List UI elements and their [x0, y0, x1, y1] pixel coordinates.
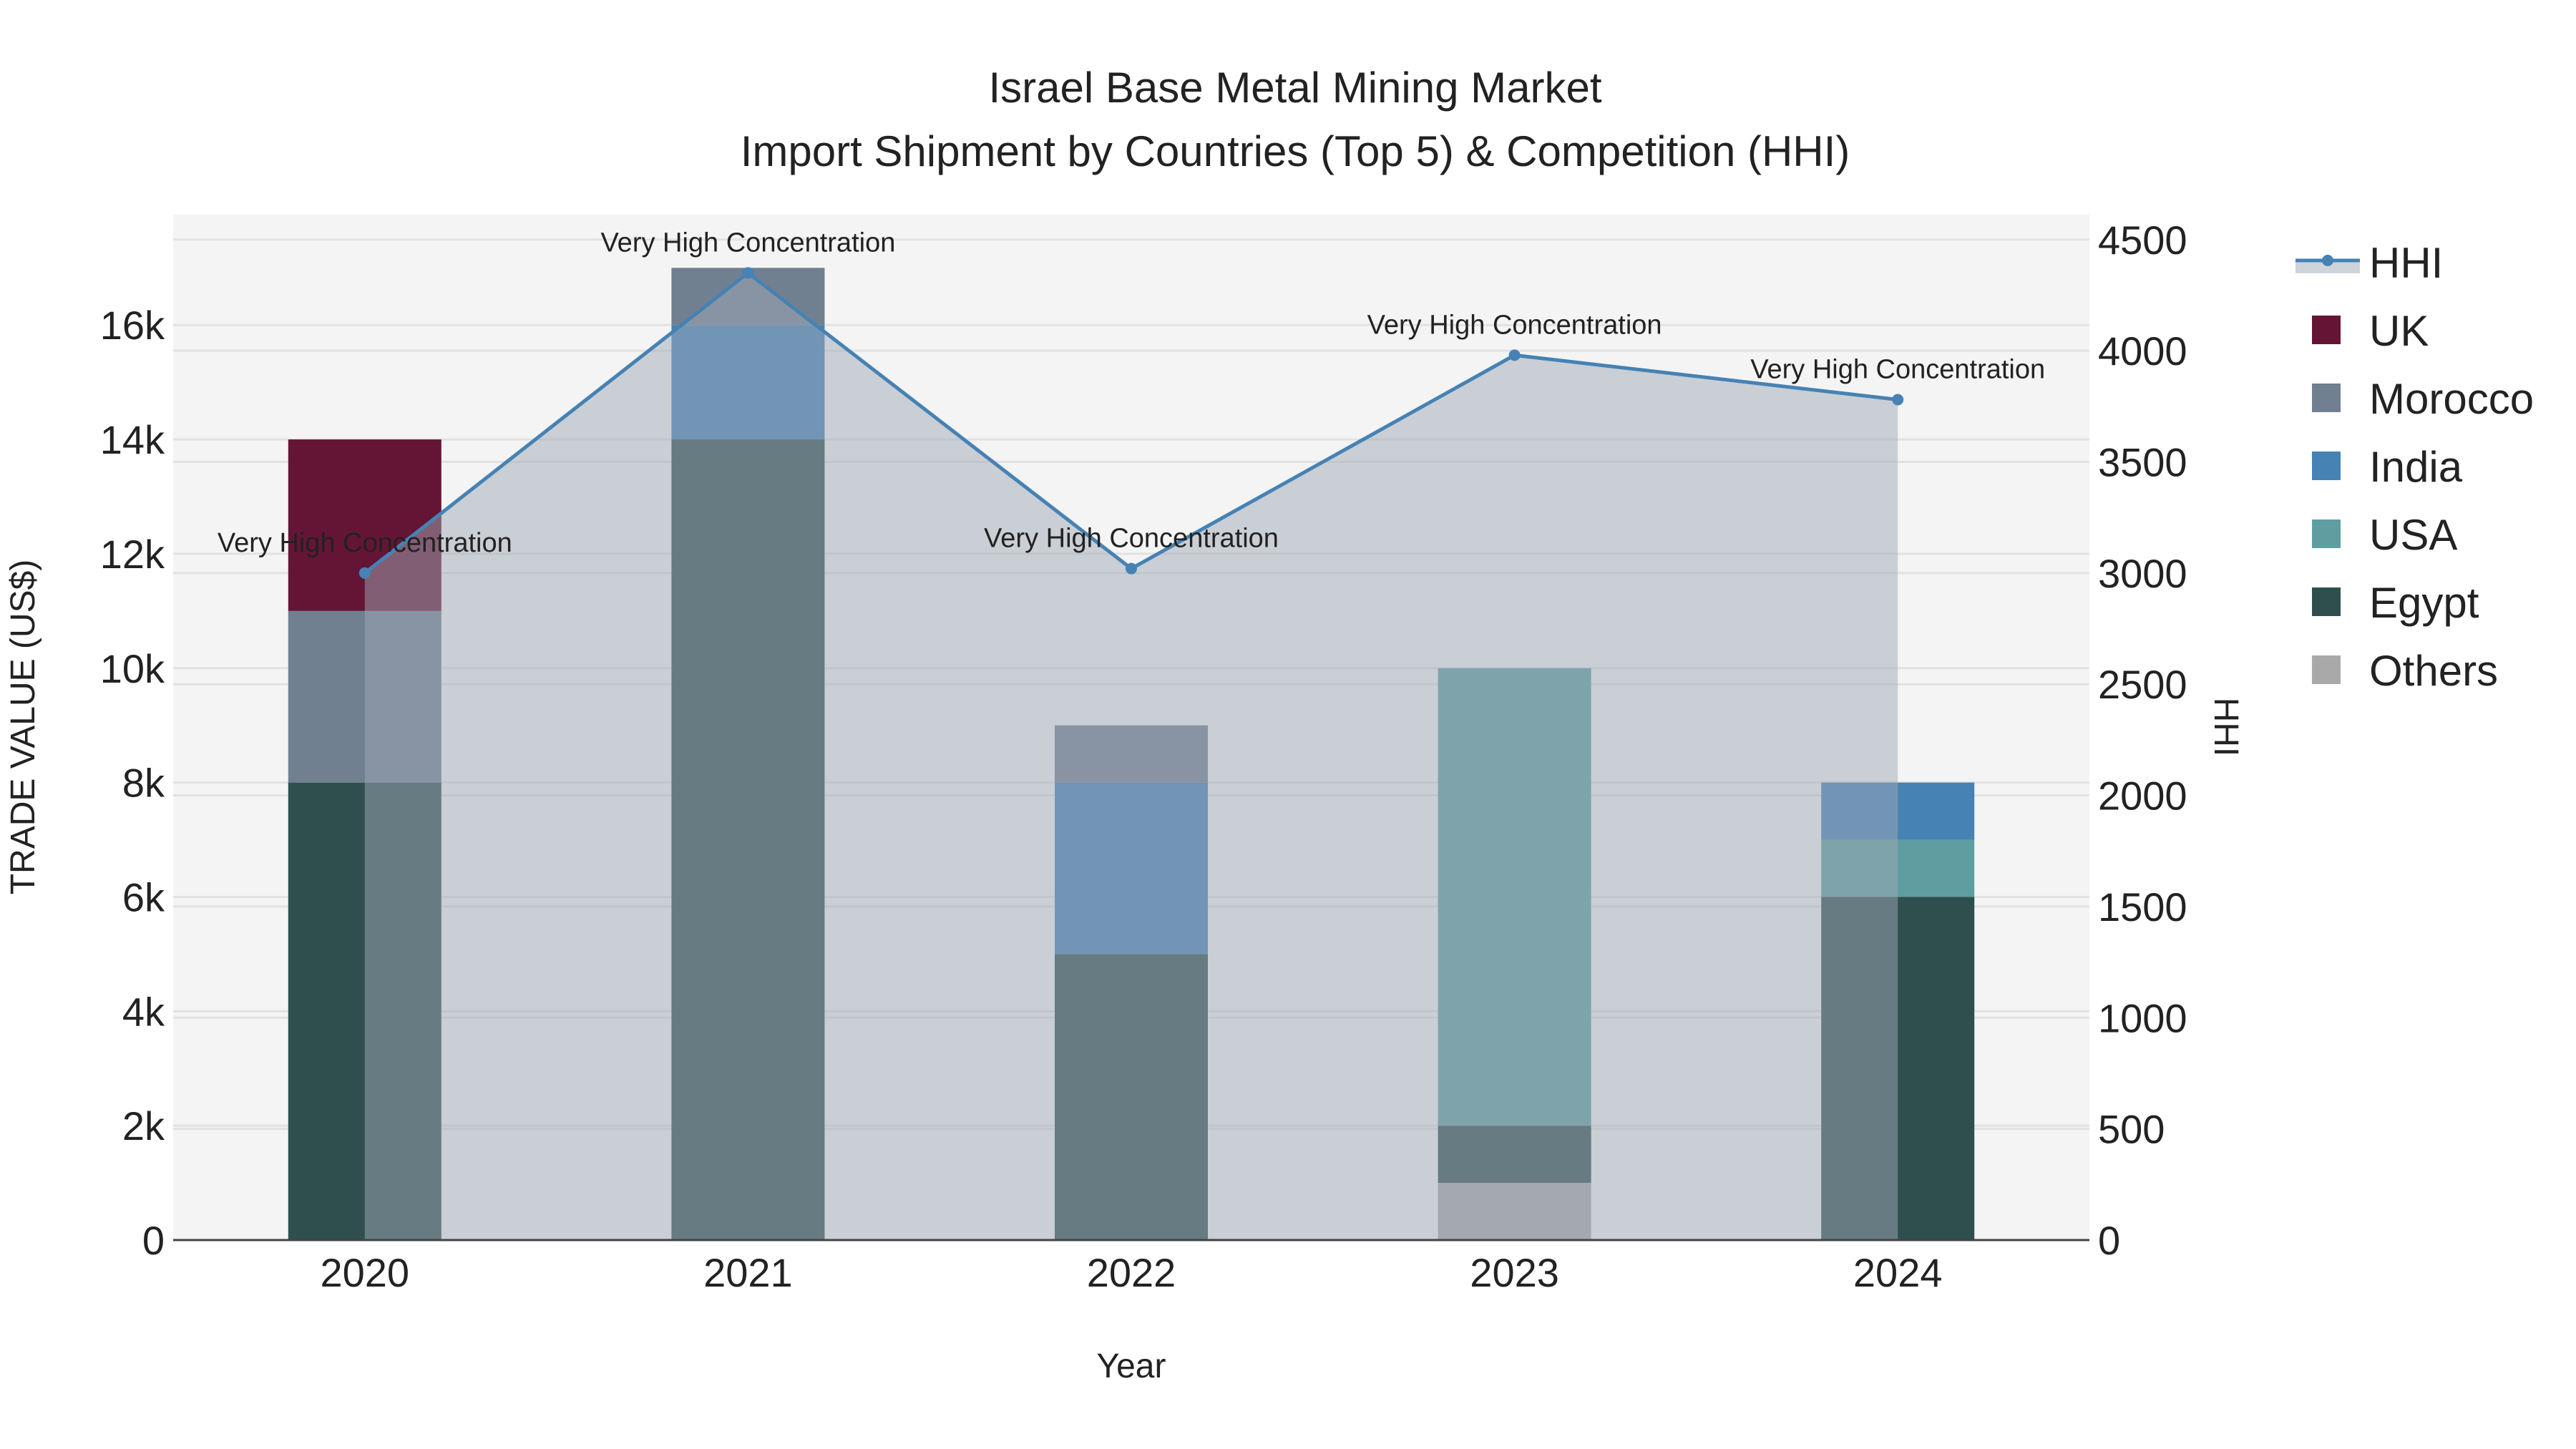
chart-title-line2: Import Shipment by Countries (Top 5) & C…: [741, 127, 1850, 175]
legend-swatch-uk: [2312, 316, 2341, 344]
y2-tick-label: 1500: [2098, 884, 2187, 930]
legend-label-usa: USA: [2369, 511, 2457, 559]
y-tick-label: 12k: [100, 532, 165, 577]
legend: HHI UK Morocco India USA Egypt Others: [2296, 239, 2534, 695]
y-tick-label: 14k: [100, 417, 165, 462]
legend-label-india: India: [2369, 443, 2463, 491]
hhi-point: [1126, 562, 1137, 575]
legend-swatch-morocco: [2312, 384, 2341, 412]
legend-swatch-others: [2312, 655, 2341, 684]
y2-tick-label: 3500: [2098, 440, 2187, 485]
chart-title-line1: Israel Base Metal Mining Market: [989, 64, 1602, 112]
legend-label-egypt: Egypt: [2369, 579, 2479, 627]
y-tick-label: 6k: [122, 874, 165, 919]
y-axis-title: TRADE VALUE (US$): [4, 560, 42, 895]
y2-tick-label: 4500: [2098, 218, 2187, 263]
y-tick-label: 16k: [100, 303, 165, 348]
x-tick-label: 2023: [1470, 1250, 1559, 1295]
y2-tick-label: 2000: [2098, 774, 2187, 819]
y2-tick-label: 2500: [2098, 662, 2187, 707]
legend-label-others: Others: [2369, 647, 2498, 695]
x-tick-label: 2020: [321, 1250, 410, 1295]
legend-swatch-egypt: [2312, 587, 2341, 616]
y-tick-label: 10k: [100, 646, 165, 691]
legend-hhi-marker: [2322, 255, 2333, 266]
y2-axis-title: HHI: [2207, 698, 2245, 757]
hhi-point: [1508, 349, 1521, 361]
hhi-point: [358, 567, 371, 579]
legend-swatch-usa: [2312, 519, 2341, 548]
y2-tick-label: 0: [2098, 1218, 2120, 1263]
legend-label-uk: UK: [2369, 307, 2429, 355]
x-tick-label: 2021: [703, 1250, 793, 1295]
chart: Very High Concentration Very High Concent…: [4, 64, 2534, 1385]
legend-label-morocco: Morocco: [2369, 375, 2534, 423]
legend-swatch-india: [2312, 452, 2341, 480]
hhi-annotation: Very High Concentration: [984, 524, 1279, 554]
hhi-annotation: Very High Concentration: [1367, 310, 1662, 340]
y2-tick-label: 500: [2098, 1107, 2165, 1152]
y2-tick-label: 4000: [2098, 328, 2187, 374]
hhi-point: [1892, 394, 1904, 406]
y-tick-label: 0: [142, 1218, 165, 1263]
hhi-annotation: Very High Concentration: [600, 228, 895, 258]
y-tick-label: 2k: [122, 1103, 165, 1148]
y-tick-label: 8k: [122, 761, 165, 806]
y-tick-label: 4k: [122, 989, 165, 1034]
hhi-annotation: Very High Concentration: [218, 528, 512, 558]
legend-label-hhi: HHI: [2369, 239, 2443, 287]
x-axis-title: Year: [1097, 1347, 1166, 1385]
hhi-annotation: Very High Concentration: [1750, 355, 2045, 385]
hhi-point: [742, 267, 754, 279]
y2-tick-label: 3000: [2098, 551, 2187, 596]
x-tick-label: 2024: [1853, 1250, 1943, 1295]
y2-tick-label: 1000: [2098, 995, 2187, 1040]
x-tick-label: 2022: [1087, 1250, 1176, 1295]
